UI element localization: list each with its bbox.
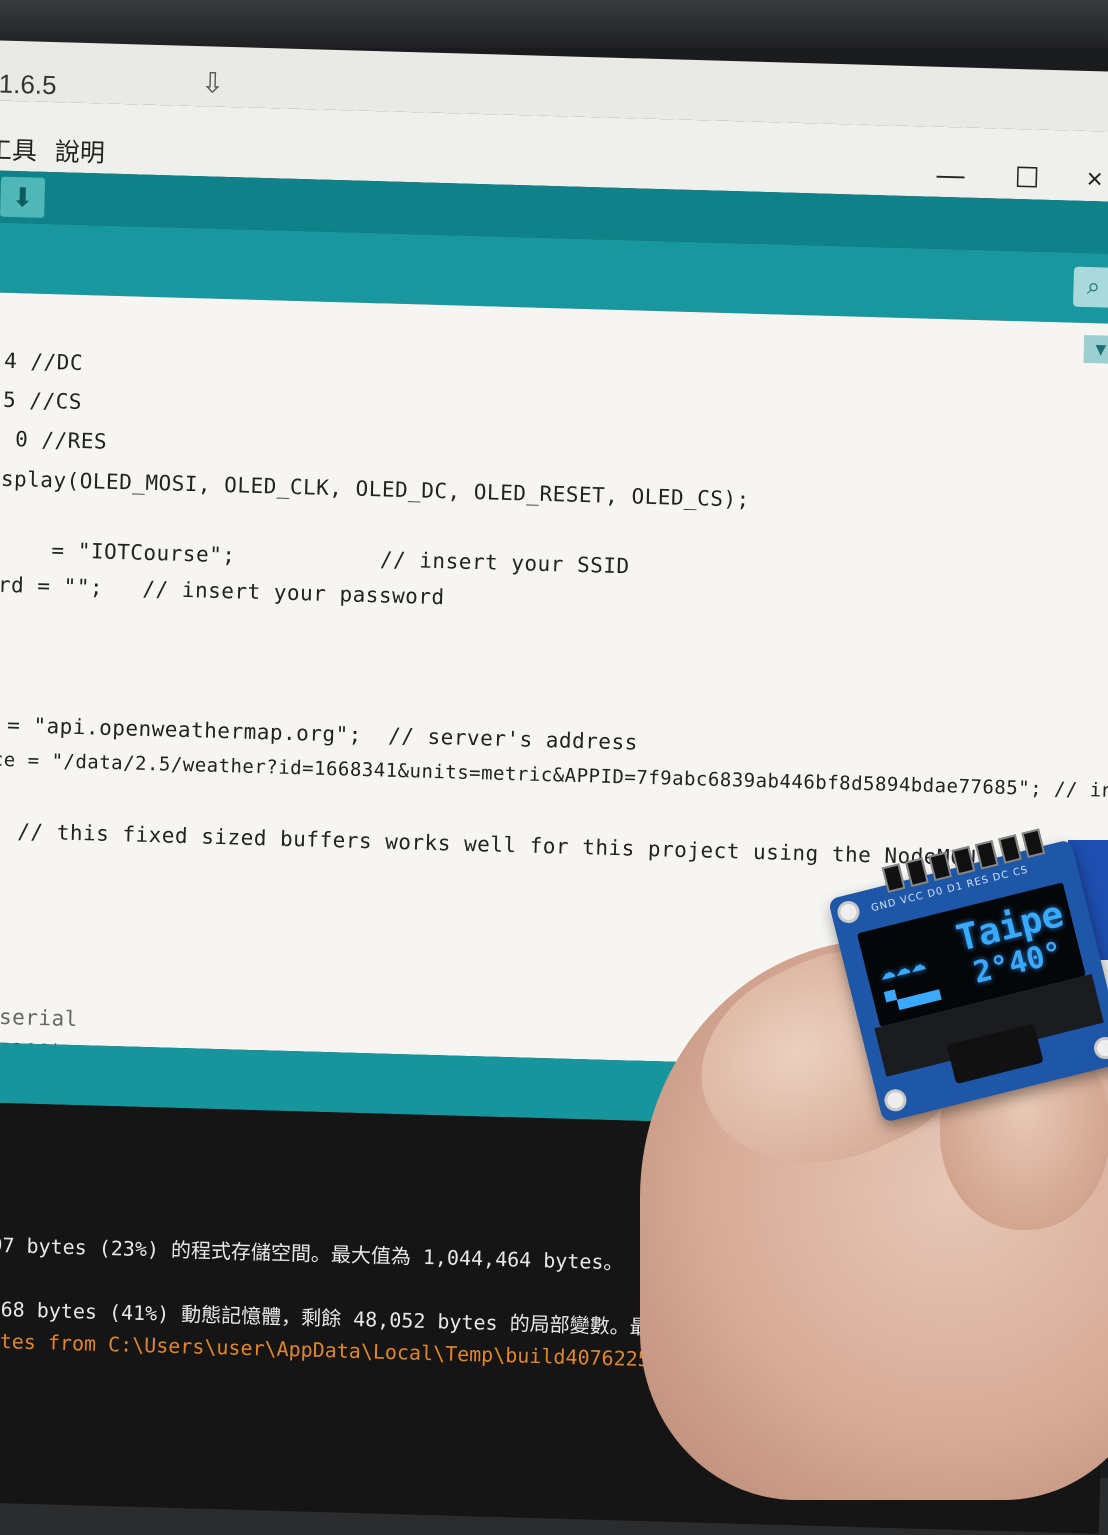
menu-tools[interactable]: 工具 xyxy=(0,130,37,167)
code-line: isplay(OLED_MOSI, OLED_CLK, OLED_DC, OLE… xyxy=(0,466,751,512)
code-line: 5 //CS xyxy=(2,387,83,414)
mounting-hole xyxy=(882,1086,909,1114)
maximize-button[interactable]: ☐ xyxy=(1014,161,1040,195)
serial-monitor-icon[interactable]: ⌕ xyxy=(1072,266,1108,308)
download-arrow-icon[interactable]: ⬇ xyxy=(0,176,46,218)
code-line: r = "api.openweathermap.org"; // server'… xyxy=(0,712,639,755)
code-line: 0 //RES xyxy=(0,426,108,454)
code-line: = "IOTCourse"; // insert your SSID xyxy=(0,536,630,579)
code-line: ord = ""; // insert your password xyxy=(0,572,445,610)
code-line: e serial xyxy=(0,1004,79,1032)
oled-bar: ▀▄▄▄▄ xyxy=(884,979,942,1014)
tab-menu-arrow-icon[interactable]: ▼ xyxy=(1083,334,1108,364)
app-version: 1.6.5 xyxy=(0,68,58,101)
code-line: ]; // this fixed sized buffers works wel… xyxy=(0,818,990,871)
monitor: 1.6.5 ⇩ 工具 說明 — ☐ × ⬇ ⌕ ▼ 4 //DC 5 //CS … xyxy=(0,0,1108,1534)
mouse-cursor-icon: ⇩ xyxy=(200,67,225,99)
menu-help[interactable]: 說明 xyxy=(54,132,106,169)
minimize-button[interactable]: — xyxy=(936,159,965,192)
close-button[interactable]: × xyxy=(1086,163,1103,195)
code-line: 4 //DC xyxy=(3,348,84,375)
console-line: ,597 bytes (23%) 的程式存儲空間。最大值為 1,044,464 … xyxy=(0,1232,624,1275)
mounting-hole xyxy=(1091,1034,1108,1062)
weather-icon: ☁☁☁ xyxy=(875,946,929,988)
monitor-bezel xyxy=(0,0,1108,48)
mounting-hole xyxy=(835,898,862,926)
code-line: rce = "/data/2.5/weather?id=1668341&unit… xyxy=(0,748,1108,804)
